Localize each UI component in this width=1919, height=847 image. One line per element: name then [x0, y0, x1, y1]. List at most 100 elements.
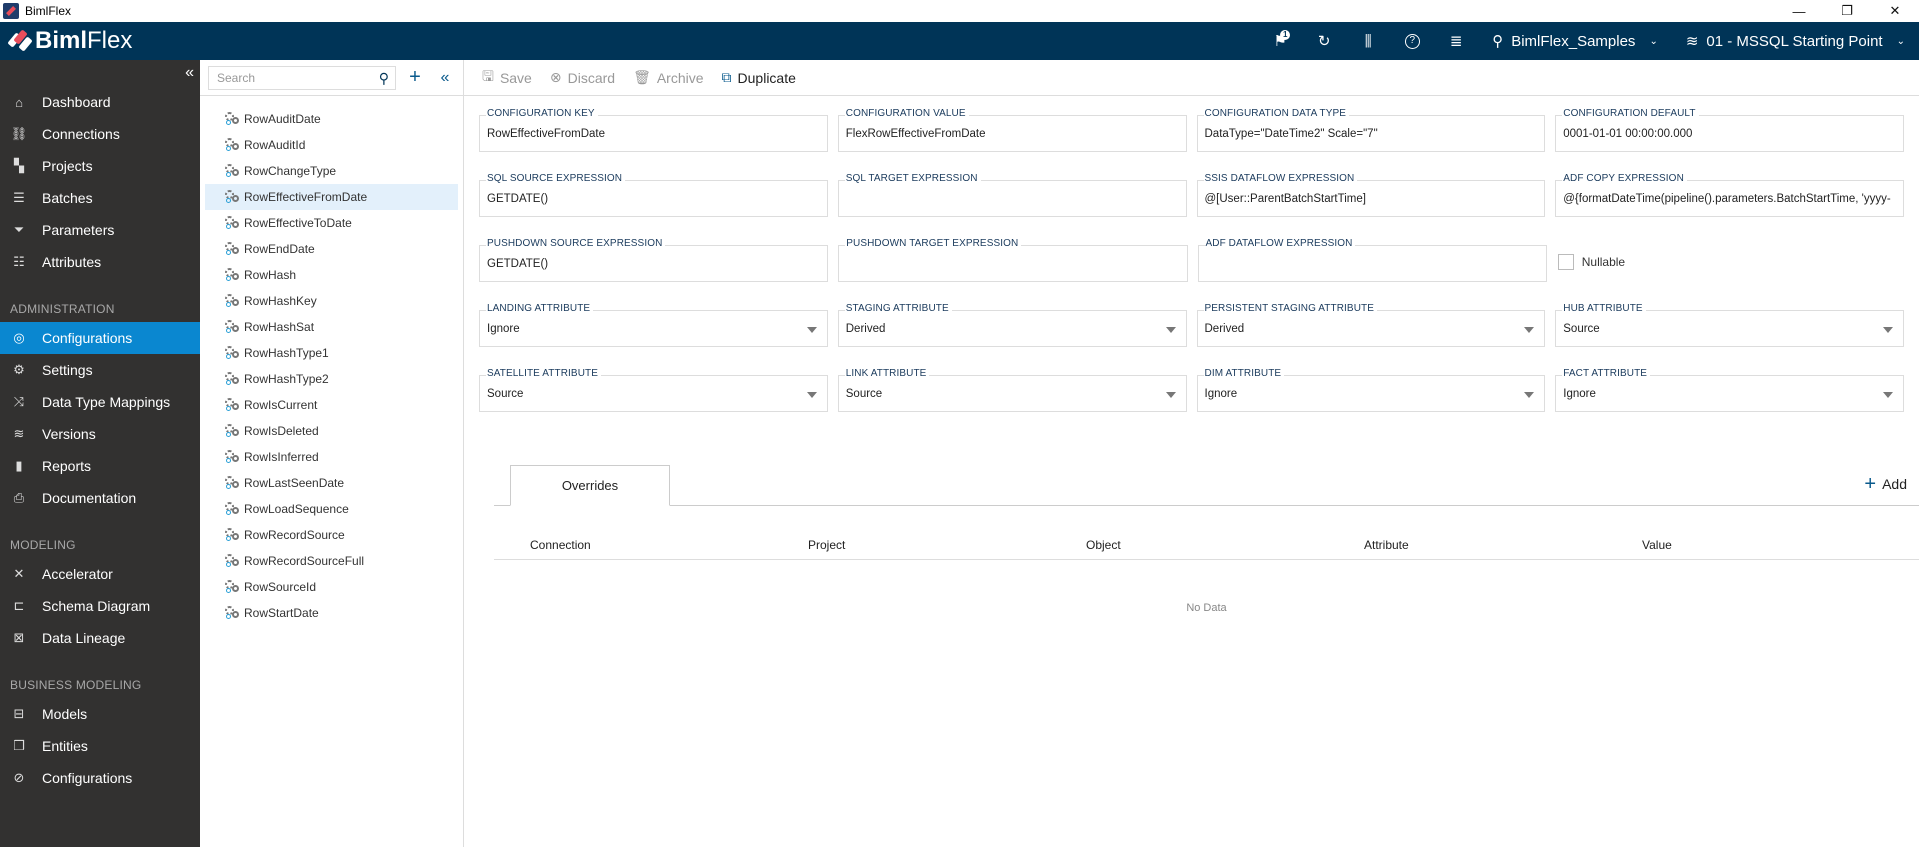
discard-button[interactable]: ⊗ Discard [550, 69, 615, 86]
list-item[interactable]: RowLoadSequence [205, 496, 458, 522]
save-icon: 🖫 [482, 67, 494, 84]
list-item[interactable]: RowHashSat [205, 314, 458, 340]
logo-mark-icon [7, 29, 33, 52]
sidebar-item-settings[interactable]: ⚙ Settings [0, 354, 200, 386]
configuration-list: RowAuditDate RowAuditId RowChangeType RowEf… [200, 96, 463, 626]
list-item[interactable]: RowIsInferred [205, 444, 458, 470]
help-icon[interactable]: ? [1390, 22, 1434, 60]
sidebar-item-attributes[interactable]: ☷ Attributes [0, 246, 200, 278]
dim-attribute-select[interactable]: DIM ATTRIBUTE Ignore [1196, 368, 1546, 412]
checkbox-box[interactable] [1557, 254, 1574, 270]
dropdown-caret-icon [1524, 392, 1535, 398]
minimize-button[interactable]: — [1775, 0, 1823, 22]
adf-copy-expression-field[interactable]: ADF COPY EXPRESSION @{formatDateTime(pipe… [1555, 173, 1904, 217]
sidebar-item-reports[interactable]: ▮ Reports [0, 450, 200, 482]
list-item[interactable]: RowAuditDate [205, 106, 458, 132]
list-item[interactable]: RowEffectiveFromDate [205, 184, 458, 210]
sidebar-item-data-type-mappings[interactable]: ⤨ Data Type Mappings [0, 386, 200, 418]
configuration-data-type-field[interactable]: CONFIGURATION DATA TYPE DataType="DateTim… [1196, 108, 1546, 152]
list-item[interactable]: RowHash [205, 262, 458, 288]
version-selector[interactable]: ≋ 01 - MSSQL Starting Point ⌄ [1672, 22, 1919, 60]
list-item[interactable]: RowHashKey [205, 288, 458, 314]
refresh-icon[interactable]: ↻ [1302, 22, 1346, 60]
column-header-attribute[interactable]: Attribute [1364, 538, 1409, 552]
search-input[interactable] [217, 70, 367, 85]
list-item[interactable]: RowLastSeenDate [205, 470, 458, 496]
sidebar-collapse-button[interactable]: « [185, 64, 194, 82]
pushdown-target-expression-field[interactable]: PUSHDOWN TARGET EXPRESSION [838, 238, 1188, 282]
list-item[interactable]: RowEndDate [205, 236, 458, 262]
sidebar-item-models[interactable]: ⊟ Models [0, 698, 200, 730]
fact-attribute-select[interactable]: FACT ATTRIBUTE Ignore [1555, 368, 1904, 412]
server-icon[interactable]: ≣ [1434, 22, 1478, 60]
accelerator-icon: ✕ [13, 566, 25, 581]
archive-button[interactable]: 🗑 Archive [633, 69, 703, 86]
list-item[interactable]: RowIsDeleted [205, 418, 458, 444]
sidebar-item-versions[interactable]: ≋ Versions [0, 418, 200, 450]
tab-overrides[interactable]: Overrides [510, 465, 670, 506]
configuration-value-field[interactable]: CONFIGURATION VALUE FlexRowEffectiveFromD… [837, 108, 1187, 152]
overrides-tabs: Overrides + Add [494, 464, 1919, 506]
sidebar-item-configurations[interactable]: ◎ Configurations [0, 322, 200, 354]
close-button[interactable]: ✕ [1871, 0, 1919, 22]
pushdown-source-expression-field[interactable]: PUSHDOWN SOURCE EXPRESSION GETDATE() [479, 238, 829, 282]
configuration-default-field[interactable]: CONFIGURATION DEFAULT 0001-01-01 00:00:00… [1555, 108, 1904, 152]
column-header-project[interactable]: Project [808, 538, 845, 552]
link-attribute-select[interactable]: LINK ATTRIBUTE Source [837, 368, 1187, 412]
sidebar-item-business-configurations[interactable]: ⊘ Configurations [0, 762, 200, 794]
section-business-modeling: BUSINESS MODELING [10, 678, 142, 692]
sidebar-item-accelerator[interactable]: ✕ Accelerator [0, 558, 200, 590]
sql-target-expression-field[interactable]: SQL TARGET EXPRESSION [837, 173, 1187, 217]
restore-button[interactable]: ❐ [1823, 0, 1871, 22]
collapse-list-button[interactable]: « [432, 69, 458, 87]
version-name: 01 - MSSQL Starting Point [1706, 32, 1883, 50]
column-header-connection[interactable]: Connection [530, 538, 591, 552]
bimlflex-bundle-icon[interactable]: ⫼ [1346, 22, 1390, 60]
column-header-value[interactable]: Value [1642, 538, 1672, 552]
configuration-gears-icon [225, 606, 241, 620]
sidebar-item-schema-diagram[interactable]: ⊏ Schema Diagram [0, 590, 200, 622]
adf-dataflow-expression-field[interactable]: ADF DATAFLOW EXPRESSION [1197, 238, 1547, 282]
list-item[interactable]: RowStartDate [205, 600, 458, 626]
sidebar-item-projects[interactable]: ▚ Projects [0, 150, 200, 182]
sidebar-item-batches[interactable]: ☰ Batches [0, 182, 200, 214]
sidebar-item-data-lineage[interactable]: ⊠ Data Lineage [0, 622, 200, 654]
save-button[interactable]: 🖫 Save [482, 66, 532, 90]
list-item[interactable]: RowRecordSourceFull [205, 548, 458, 574]
add-configuration-button[interactable]: + [402, 66, 428, 89]
bimlflex-logo[interactable]: Biml Flex [7, 27, 132, 55]
hub-attribute-select[interactable]: HUB ATTRIBUTE Source [1555, 303, 1904, 347]
persistent-staging-attribute-select[interactable]: PERSISTENT STAGING ATTRIBUTE Derived [1196, 303, 1546, 347]
sql-source-expression-field[interactable]: SQL SOURCE EXPRESSION GETDATE() [479, 173, 828, 217]
satellite-attribute-select[interactable]: SATELLITE ATTRIBUTE Source [479, 368, 828, 412]
sidebar-item-documentation[interactable]: ⎙ Documentation [0, 482, 200, 514]
ssis-dataflow-expression-field[interactable]: SSIS DATAFLOW EXPRESSION @[User::ParentBa… [1196, 173, 1546, 217]
configuration-gears-icon [225, 112, 241, 126]
list-item[interactable]: RowIsCurrent [205, 392, 458, 418]
list-item[interactable]: RowHashType2 [205, 366, 458, 392]
list-item[interactable]: RowSourceId [205, 574, 458, 600]
list-item[interactable]: RowHashType1 [205, 340, 458, 366]
search-icon[interactable]: ⚲ [379, 70, 389, 87]
duplicate-button[interactable]: ⧉ Duplicate [722, 69, 796, 86]
staging-attribute-select[interactable]: STAGING ATTRIBUTE Derived [837, 303, 1187, 347]
configuration-key-field[interactable]: CONFIGURATION KEY RowEffectiveFromDate [479, 108, 828, 152]
sidebar-item-connections[interactable]: ⛓ Connections [0, 118, 200, 150]
customer-selector[interactable]: ⚲ BimlFlex_Samples ⌄ [1478, 22, 1672, 60]
list-item[interactable]: RowEffectiveToDate [205, 210, 458, 236]
sidebar-item-entities[interactable]: ❒ Entities [0, 730, 200, 762]
notifications-flag-icon[interactable]: ⚑ 1 [1258, 22, 1302, 60]
link-icon: ⛓ [10, 126, 28, 141]
nullable-checkbox[interactable]: Nullable [1557, 254, 1625, 270]
add-override-button[interactable]: + Add [1864, 474, 1907, 494]
sidebar-item-parameters[interactable]: ⏷ Parameters [0, 214, 200, 246]
list-item-label: RowHashType1 [244, 346, 329, 360]
list-item[interactable]: RowRecordSource [205, 522, 458, 548]
landing-attribute-select[interactable]: LANDING ATTRIBUTE Ignore [479, 303, 828, 347]
configuration-gears-icon [225, 476, 241, 490]
list-item-label: RowRecordSourceFull [244, 554, 365, 568]
list-item[interactable]: RowAuditId [205, 132, 458, 158]
list-item[interactable]: RowChangeType [205, 158, 458, 184]
column-header-object[interactable]: Object [1086, 538, 1121, 552]
sidebar-item-dashboard[interactable]: ⌂ Dashboard [0, 86, 200, 118]
